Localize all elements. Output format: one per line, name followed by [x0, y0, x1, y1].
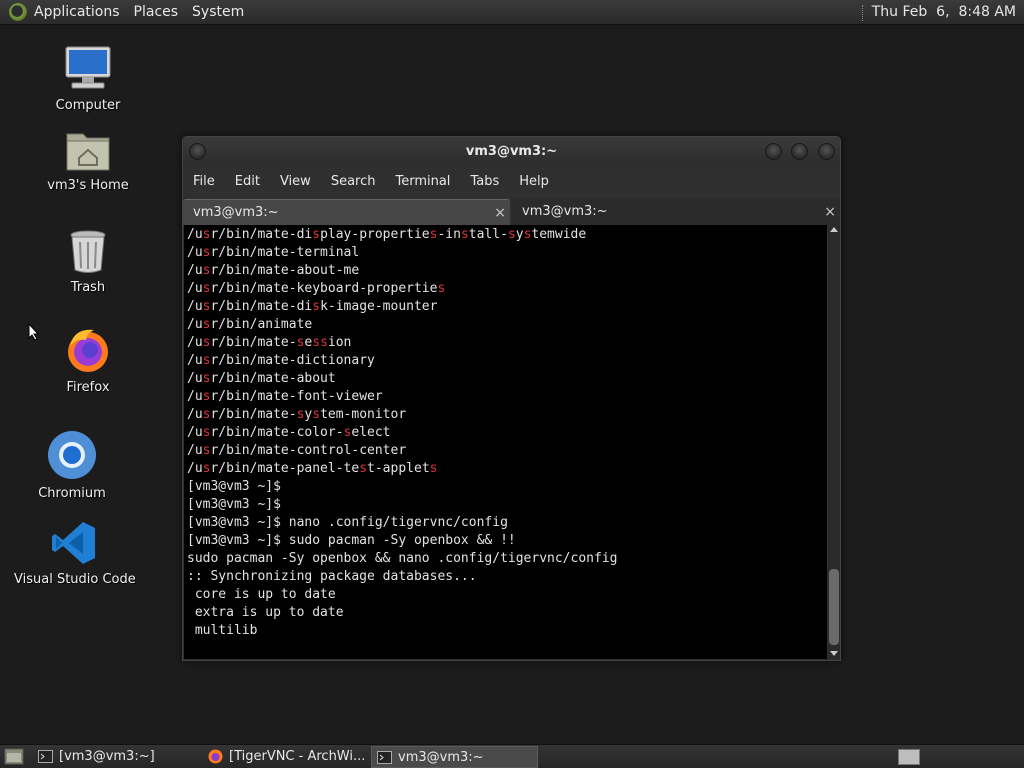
- terminal-line: /usr/bin/mate-keyboard-properties: [187, 281, 446, 296]
- desktop-icon-label: Trash: [70, 280, 106, 295]
- terminal-line: multilib: [187, 623, 258, 638]
- taskbar-item-label: vm3@vm3:~: [398, 750, 484, 765]
- terminal-tabs: vm3@vm3:~ × vm3@vm3:~ ×: [183, 199, 840, 225]
- tab-close-icon[interactable]: ×: [494, 200, 506, 226]
- desktop-icon-label: Firefox: [66, 380, 110, 395]
- desktop-icon-label: Chromium: [38, 486, 106, 501]
- terminal-line: /usr/bin/animate: [187, 317, 313, 332]
- menu-edit[interactable]: Edit: [225, 170, 270, 194]
- terminal-line: extra is up to date: [187, 605, 344, 620]
- terminal-line: /usr/bin/mate-font-viewer: [187, 389, 383, 404]
- desktop-icon-firefox[interactable]: Firefox: [48, 326, 128, 395]
- desktop-icon-label: vm3's Home: [47, 178, 129, 193]
- menu-view[interactable]: View: [270, 170, 321, 194]
- terminal-line: :: Synchronizing package databases...: [187, 569, 477, 584]
- workspace-switcher-icon[interactable]: [898, 749, 920, 765]
- panel-separator: [861, 4, 864, 21]
- terminal-line: [vm3@vm3 ~]$: [187, 497, 281, 512]
- menu-tabs[interactable]: Tabs: [460, 170, 509, 194]
- mouse-pointer-icon: [28, 323, 40, 341]
- terminal-icon: [38, 750, 53, 763]
- computer-icon: [64, 44, 112, 92]
- desktop-icon-trash[interactable]: Trash: [48, 228, 128, 295]
- clock[interactable]: Thu Feb 6, 8:48 AM: [872, 0, 1016, 25]
- tab-1[interactable]: vm3@vm3:~ ×: [183, 199, 510, 225]
- taskbar-item[interactable]: [TigerVNC - ArchWi...: [203, 746, 371, 768]
- maximize-button[interactable]: [791, 143, 808, 160]
- menu-help[interactable]: Help: [509, 170, 559, 194]
- terminal-line: /usr/bin/mate-control-center: [187, 443, 407, 458]
- top-panel: Applications Places System Thu Feb 6, 8:…: [0, 0, 1024, 25]
- menu-system[interactable]: System: [185, 0, 251, 25]
- terminal-window[interactable]: vm3@vm3:~ File Edit View Search Terminal…: [182, 136, 841, 661]
- terminal-line: /usr/bin/mate-terminal: [187, 245, 360, 260]
- terminal-line: /usr/bin/mate-session: [187, 335, 352, 350]
- taskbar-item-active[interactable]: vm3@vm3:~: [371, 746, 538, 768]
- window-titlebar[interactable]: vm3@vm3:~: [183, 137, 840, 167]
- terminal-icon: [377, 751, 392, 764]
- home-folder-icon: [65, 128, 111, 172]
- terminal-menubar: File Edit View Search Terminal Tabs Help: [183, 170, 840, 194]
- terminal-output[interactable]: /usr/bin/mate-display-properties-install…: [184, 225, 827, 659]
- tab-label: vm3@vm3:~: [193, 205, 279, 220]
- desktop-icon-computer[interactable]: Computer: [48, 44, 128, 113]
- desktop-icon-label: Visual Studio Code: [14, 572, 136, 587]
- terminal-line: /usr/bin/mate-panel-test-applets: [187, 461, 438, 476]
- menu-places[interactable]: Places: [127, 0, 186, 25]
- menu-terminal[interactable]: Terminal: [385, 170, 460, 194]
- chromium-icon: [47, 430, 97, 480]
- terminal-line: core is up to date: [187, 587, 336, 602]
- mate-logo-icon[interactable]: [9, 3, 27, 21]
- scroll-up-icon[interactable]: [830, 227, 838, 232]
- menu-file[interactable]: File: [183, 170, 225, 194]
- desktop-icon-label: Computer: [55, 98, 121, 113]
- show-desktop-icon[interactable]: [4, 748, 24, 765]
- firefox-icon: [64, 326, 112, 374]
- taskbar-item[interactable]: [vm3@vm3:~]: [33, 746, 203, 768]
- close-button[interactable]: [818, 143, 835, 160]
- desktop-icon-vscode[interactable]: Visual Studio Code: [14, 520, 136, 587]
- vscode-icon: [51, 520, 97, 566]
- window-title: vm3@vm3:~: [465, 144, 558, 159]
- terminal-line: /usr/bin/mate-system-monitor: [187, 407, 407, 422]
- terminal-line: [vm3@vm3 ~]$ sudo pacman -Sy openbox && …: [187, 533, 516, 548]
- terminal-line: sudo pacman -Sy openbox && nano .config/…: [187, 551, 618, 566]
- scroll-down-icon[interactable]: [830, 651, 838, 656]
- firefox-icon: [208, 749, 223, 764]
- terminal-line: [vm3@vm3 ~]$: [187, 479, 281, 494]
- bottom-panel: [vm3@vm3:~] [TigerVNC - ArchWi... vm3@vm…: [0, 744, 1024, 768]
- terminal-line: /usr/bin/mate-display-properties-install…: [187, 227, 587, 242]
- tab-2[interactable]: vm3@vm3:~ ×: [512, 199, 840, 225]
- minimize-button[interactable]: [765, 143, 782, 160]
- desktop-icon-chromium[interactable]: Chromium: [32, 430, 112, 501]
- clock-area: Thu Feb 6, 8:48 AM: [861, 0, 1016, 25]
- terminal-line: [vm3@vm3 ~]$ nano .config/tigervnc/confi…: [187, 515, 508, 530]
- terminal-line: /usr/bin/mate-disk-image-mounter: [187, 299, 438, 314]
- taskbar-item-label: [vm3@vm3:~]: [59, 749, 155, 764]
- trash-icon: [68, 228, 108, 274]
- menu-applications[interactable]: Applications: [27, 0, 127, 25]
- terminal-line: /usr/bin/mate-color-select: [187, 425, 391, 440]
- terminal-line: /usr/bin/mate-about-me: [187, 263, 360, 278]
- terminal-scrollbar[interactable]: [828, 225, 840, 659]
- taskbar-item-label: [TigerVNC - ArchWi...: [229, 749, 366, 764]
- terminal-line: /usr/bin/mate-about: [187, 371, 336, 386]
- scroll-thumb[interactable]: [829, 569, 839, 645]
- tab-label: vm3@vm3:~: [522, 204, 608, 219]
- terminal-line: /usr/bin/mate-dictionary: [187, 353, 375, 368]
- tab-close-icon[interactable]: ×: [824, 199, 836, 225]
- desktop-icon-home[interactable]: vm3's Home: [38, 128, 138, 193]
- menu-search[interactable]: Search: [321, 170, 386, 194]
